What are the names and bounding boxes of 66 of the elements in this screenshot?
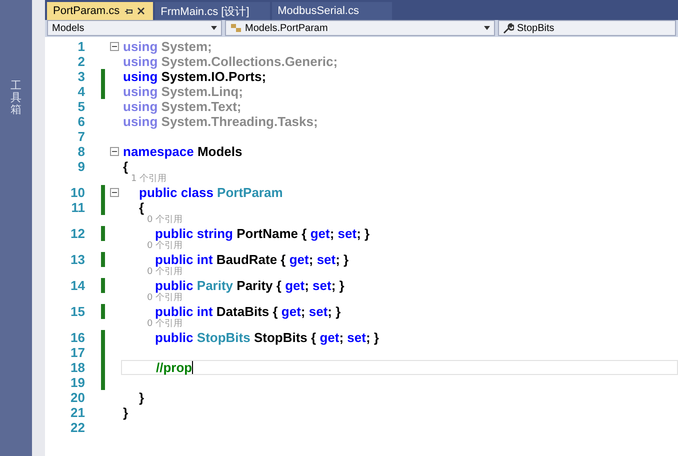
code-line: using System.Linq; bbox=[123, 84, 243, 99]
line-number: 7 bbox=[76, 129, 85, 144]
line-number: 15 bbox=[70, 304, 85, 319]
close-icon[interactable] bbox=[136, 7, 145, 15]
code-line: using System.Collections.Generic; bbox=[123, 54, 338, 69]
tab-label: ModbusSerial.cs bbox=[278, 5, 359, 17]
line-number: 4 bbox=[76, 84, 85, 99]
wrench-icon bbox=[503, 22, 514, 34]
project-dropdown[interactable]: Models bbox=[47, 20, 222, 36]
reference-count[interactable]: 0 个引用 bbox=[147, 267, 183, 278]
line-number: 14 bbox=[70, 278, 85, 293]
caret-icon bbox=[211, 26, 217, 30]
line-number: 11 bbox=[70, 200, 85, 215]
line-number: 5 bbox=[76, 99, 85, 114]
code-line: public string PortName { get; set; } bbox=[155, 226, 370, 241]
file-tab[interactable]: FrmMain.cs [设计] bbox=[154, 2, 270, 20]
code-line: //prop bbox=[156, 360, 192, 375]
line-number: 16 bbox=[70, 330, 85, 345]
line-number: 8 bbox=[76, 144, 85, 159]
code-line: public StopBits StopBits { get; set; } bbox=[155, 330, 379, 345]
tab-label: PortParam.cs bbox=[53, 5, 120, 17]
collapse-icon[interactable] bbox=[110, 147, 119, 156]
tab-label: FrmMain.cs [设计] bbox=[160, 4, 250, 18]
reference-count[interactable]: 0 个引用 bbox=[147, 241, 183, 252]
file-tab[interactable]: ModbusSerial.cs bbox=[272, 2, 392, 20]
line-number: 21 bbox=[70, 405, 85, 420]
code-line: using System.IO.Ports; bbox=[123, 69, 266, 84]
line-number: 13 bbox=[70, 252, 85, 267]
line-number: 22 bbox=[70, 420, 85, 435]
file-tab[interactable]: PortParam.cs bbox=[47, 2, 153, 20]
text-cursor bbox=[192, 361, 194, 374]
code-line: public class PortParam bbox=[139, 185, 283, 200]
line-number: 6 bbox=[76, 114, 85, 129]
code-line: using System.Text; bbox=[123, 99, 242, 114]
line-number: 19 bbox=[70, 375, 85, 390]
member-dropdown[interactable]: StopBits bbox=[498, 20, 676, 36]
line-number: 1 bbox=[76, 39, 85, 54]
caret-icon bbox=[484, 26, 490, 30]
line-number: 9 bbox=[76, 159, 85, 174]
code-line: { bbox=[123, 159, 128, 174]
reference-count[interactable]: 1 个引用 bbox=[131, 174, 167, 185]
code-line: using System; bbox=[123, 39, 212, 54]
code-line: using System.Threading.Tasks; bbox=[123, 114, 318, 129]
code-line: public int BaudRate { get; set; } bbox=[155, 252, 349, 267]
line-number: 18 bbox=[70, 360, 85, 375]
type-dropdown[interactable]: Models.PortParam bbox=[225, 20, 495, 36]
code-line: } bbox=[139, 390, 144, 405]
reference-count[interactable]: 0 个引用 bbox=[147, 215, 183, 226]
pin-icon[interactable] bbox=[124, 6, 133, 16]
line-number: 2 bbox=[76, 54, 85, 69]
line-number: 3 bbox=[76, 69, 85, 84]
line-number: 12 bbox=[70, 226, 85, 241]
code-line: public int DataBits { get; set; } bbox=[155, 304, 341, 319]
collapse-icon[interactable] bbox=[110, 42, 119, 51]
collapse-icon[interactable] bbox=[110, 188, 119, 197]
class-icon bbox=[230, 23, 242, 33]
line-number: 20 bbox=[70, 390, 85, 405]
line-number: 10 bbox=[70, 185, 85, 200]
line-number: 17 bbox=[70, 345, 85, 360]
code-line: namespace Models bbox=[123, 144, 242, 159]
code-line: { bbox=[139, 200, 144, 215]
code-line: } bbox=[123, 405, 128, 420]
toolbox-tab[interactable]: 工具箱 bbox=[10, 80, 22, 116]
code-line: public Parity Parity { get; set; } bbox=[155, 278, 344, 293]
reference-count[interactable]: 0 个引用 bbox=[147, 319, 183, 330]
reference-count[interactable]: 0 个引用 bbox=[147, 293, 183, 304]
